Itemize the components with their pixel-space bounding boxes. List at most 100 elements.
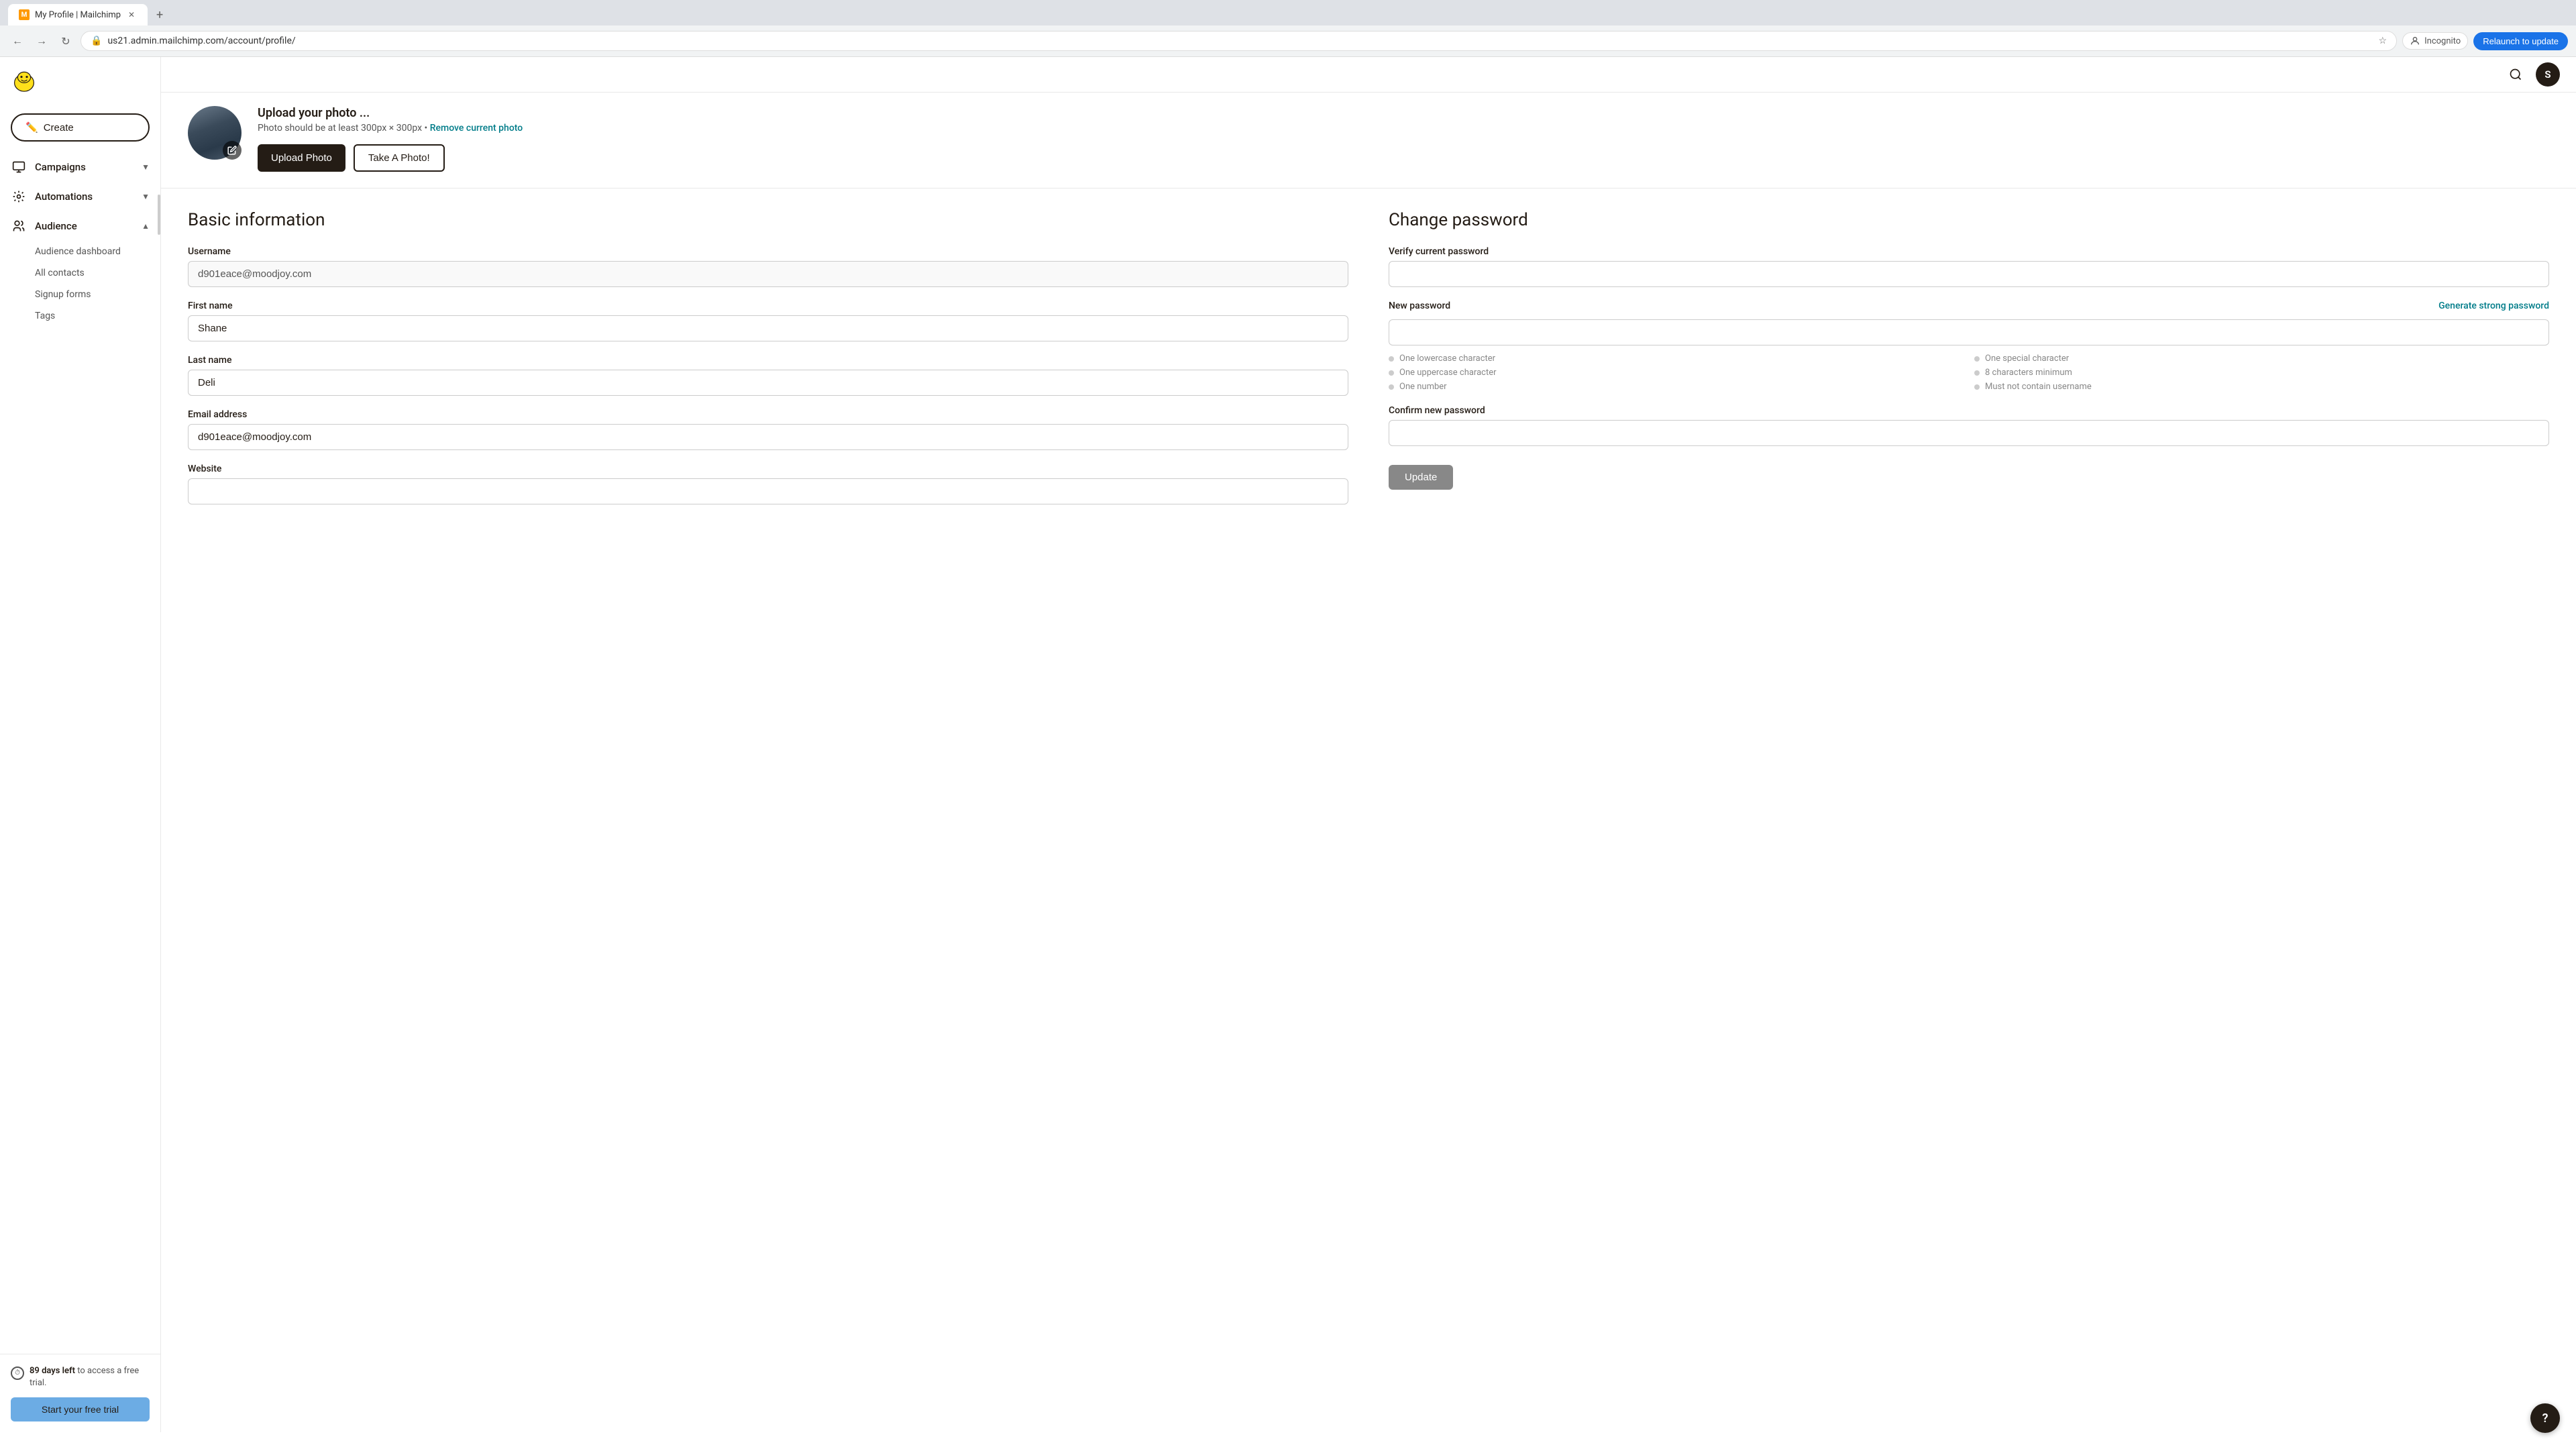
sidebar-scroll-thumb bbox=[158, 195, 160, 235]
automations-label: Automations bbox=[35, 191, 133, 203]
active-tab[interactable]: M My Profile | Mailchimp ✕ bbox=[8, 4, 148, 25]
new-tab-button[interactable]: + bbox=[150, 5, 169, 24]
new-password-input[interactable] bbox=[1389, 319, 2549, 345]
website-input[interactable] bbox=[188, 478, 1348, 504]
audience-arrow: ▲ bbox=[142, 221, 150, 231]
new-password-group: New password Generate strong password On… bbox=[1389, 301, 2549, 392]
tab-close-button[interactable]: ✕ bbox=[126, 9, 137, 20]
audience-label: Audience bbox=[35, 220, 133, 232]
email-label: Email address bbox=[188, 409, 1348, 420]
header-search-button[interactable] bbox=[2504, 62, 2528, 87]
campaigns-icon bbox=[11, 159, 27, 175]
confirm-password-input[interactable] bbox=[1389, 420, 2549, 446]
photo-actions: Upload Photo Take A Photo! bbox=[258, 144, 2549, 172]
basic-info-title: Basic information bbox=[188, 210, 1348, 230]
remove-photo-link[interactable]: Remove current photo bbox=[430, 123, 523, 133]
trial-info: ⏱ 89 days left to access a free trial. bbox=[11, 1365, 150, 1389]
back-button[interactable]: ← bbox=[8, 32, 27, 50]
automations-arrow: ▼ bbox=[142, 192, 150, 201]
automations-icon bbox=[11, 189, 27, 205]
sidebar-item-campaigns[interactable]: Campaigns ▼ bbox=[0, 152, 160, 182]
photo-edit-icon bbox=[227, 146, 237, 155]
pw-req-uppercase: One uppercase character bbox=[1389, 368, 1964, 378]
nav-actions: Incognito Relaunch to update bbox=[2402, 32, 2568, 50]
pw-req-dot bbox=[1389, 384, 1394, 390]
take-photo-button[interactable]: Take A Photo! bbox=[354, 144, 445, 172]
campaigns-arrow: ▼ bbox=[142, 162, 150, 172]
tab-bar: M My Profile | Mailchimp ✕ + bbox=[0, 0, 2576, 25]
sidebar-item-signup-forms[interactable]: Signup forms bbox=[35, 284, 160, 305]
last-name-group: Last name bbox=[188, 355, 1348, 396]
first-name-input[interactable] bbox=[188, 315, 1348, 341]
pw-req-dot bbox=[1389, 356, 1394, 362]
email-group: Email address bbox=[188, 409, 1348, 450]
incognito-badge: Incognito bbox=[2402, 32, 2468, 50]
last-name-label: Last name bbox=[188, 355, 1348, 366]
confirm-password-group: Confirm new password bbox=[1389, 405, 2549, 446]
browser-chrome: M My Profile | Mailchimp ✕ + ← → ↻ 🔒 us2… bbox=[0, 0, 2576, 57]
sidebar-item-audience-dashboard[interactable]: Audience dashboard bbox=[35, 241, 160, 262]
profile-photo-container bbox=[188, 106, 241, 160]
verify-password-label: Verify current password bbox=[1389, 246, 2549, 257]
sidebar-scrollbar bbox=[158, 57, 160, 1432]
photo-title: Upload your photo ... bbox=[258, 106, 2549, 120]
sidebar-item-audience[interactable]: Audience ▲ bbox=[0, 211, 160, 241]
start-trial-button[interactable]: Start your free trial bbox=[11, 1397, 150, 1421]
app-layout: ✏️ Create Campaigns ▼ bbox=[0, 57, 2576, 1432]
photo-description: Photo should be at least 300px × 300px •… bbox=[258, 123, 2549, 133]
photo-section: Upload your photo ... Photo should be at… bbox=[161, 93, 2576, 189]
pw-req-number: One number bbox=[1389, 382, 1964, 392]
photo-edit-overlay[interactable] bbox=[223, 141, 241, 160]
sidebar: ✏️ Create Campaigns ▼ bbox=[0, 57, 161, 1432]
update-button[interactable]: Update bbox=[1389, 465, 1453, 490]
trial-text: 89 days left to access a free trial. bbox=[30, 1365, 150, 1389]
main-content: Upload your photo ... Photo should be at… bbox=[161, 93, 2576, 1432]
verify-password-group: Verify current password bbox=[1389, 246, 2549, 287]
sidebar-item-automations[interactable]: Automations ▼ bbox=[0, 182, 160, 211]
pw-req-dot bbox=[1974, 384, 1980, 390]
new-password-header: New password Generate strong password bbox=[1389, 301, 2549, 311]
website-label: Website bbox=[188, 464, 1348, 474]
sidebar-logo bbox=[0, 57, 160, 108]
forward-button[interactable]: → bbox=[32, 32, 51, 50]
create-label: Create bbox=[44, 122, 74, 133]
first-name-label: First name bbox=[188, 301, 1348, 311]
sidebar-item-all-contacts[interactable]: All contacts bbox=[35, 262, 160, 284]
user-avatar[interactable]: S bbox=[2536, 62, 2560, 87]
username-input[interactable] bbox=[188, 261, 1348, 287]
upload-photo-button[interactable]: Upload Photo bbox=[258, 144, 345, 172]
nav-items: Campaigns ▼ Automations ▼ bbox=[0, 152, 160, 1354]
pw-req-lowercase: One lowercase character bbox=[1389, 354, 1964, 364]
password-requirements: One lowercase character One special char… bbox=[1389, 354, 2549, 392]
last-name-input[interactable] bbox=[188, 370, 1348, 396]
form-sections: Basic information Username First name La… bbox=[161, 189, 2576, 539]
lock-icon: 🔒 bbox=[91, 36, 102, 46]
pw-req-dot bbox=[1974, 356, 1980, 362]
address-url: us21.admin.mailchimp.com/account/profile… bbox=[107, 36, 2373, 46]
relaunch-button[interactable]: Relaunch to update bbox=[2473, 32, 2568, 50]
app-header: S bbox=[161, 57, 2576, 93]
bookmark-icon[interactable]: ☆ bbox=[2379, 36, 2387, 46]
email-input[interactable] bbox=[188, 424, 1348, 450]
website-group: Website bbox=[188, 464, 1348, 504]
audience-sub-menu: Audience dashboard All contacts Signup f… bbox=[0, 241, 160, 327]
mailchimp-logo bbox=[11, 68, 38, 95]
first-name-group: First name bbox=[188, 301, 1348, 341]
tab-title: My Profile | Mailchimp bbox=[35, 10, 121, 20]
reload-button[interactable]: ↻ bbox=[56, 32, 75, 50]
pw-req-no-username: Must not contain username bbox=[1974, 382, 2549, 392]
new-password-label: New password bbox=[1389, 301, 1450, 311]
help-button[interactable]: ? bbox=[2530, 1403, 2560, 1433]
verify-password-input[interactable] bbox=[1389, 261, 2549, 287]
create-button[interactable]: ✏️ Create bbox=[11, 113, 150, 142]
campaigns-label: Campaigns bbox=[35, 161, 133, 173]
username-group: Username bbox=[188, 246, 1348, 287]
pw-req-dot bbox=[1389, 370, 1394, 376]
sidebar-item-tags[interactable]: Tags bbox=[35, 305, 160, 327]
main-panel: S Uplo bbox=[161, 57, 2576, 1432]
address-bar[interactable]: 🔒 us21.admin.mailchimp.com/account/profi… bbox=[80, 31, 2397, 51]
audience-icon bbox=[11, 218, 27, 234]
generate-password-link[interactable]: Generate strong password bbox=[2438, 301, 2549, 311]
username-label: Username bbox=[188, 246, 1348, 257]
incognito-label: Incognito bbox=[2424, 36, 2461, 46]
